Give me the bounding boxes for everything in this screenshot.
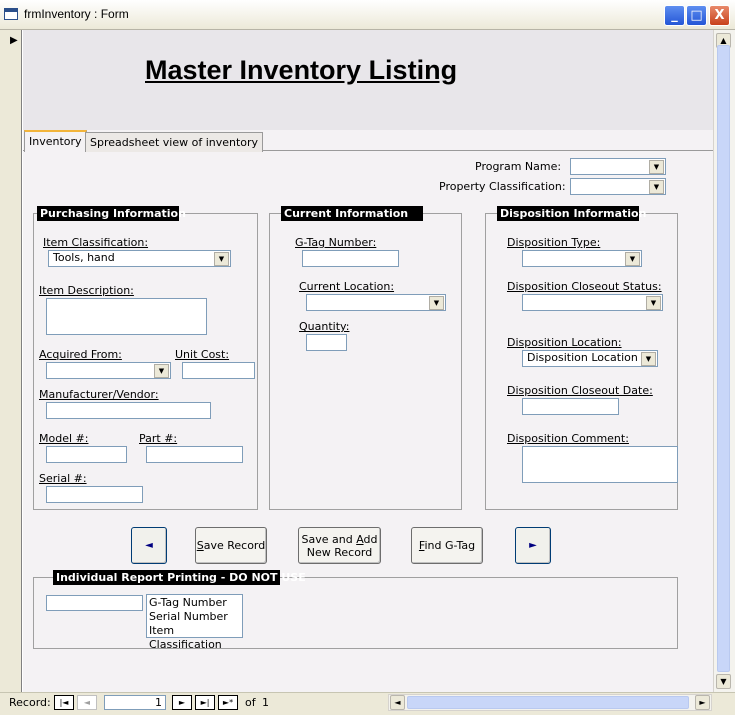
disposition-closeout-status-combo[interactable]: ▼ [522, 294, 663, 311]
scroll-down-icon[interactable]: ▼ [716, 674, 731, 689]
property-classification-label: Property Classification: [439, 180, 566, 193]
current-location-label: Current Location: [299, 280, 395, 293]
chevron-down-icon[interactable]: ▼ [649, 180, 664, 194]
disposition-comment-label: Disposition Comment: [507, 432, 629, 445]
arrow-right-icon: ► [529, 540, 537, 551]
save-add-label-line2: New Record [306, 545, 373, 559]
chevron-down-icon[interactable]: ▼ [429, 296, 444, 310]
disposition-comment-field[interactable] [522, 446, 678, 483]
current-location-combo[interactable]: ▼ [306, 294, 446, 311]
find-gtag-button[interactable]: Find G-Tag [411, 527, 483, 564]
report-options-list[interactable]: G-Tag Number Serial Number Item Classifi… [146, 594, 243, 651]
list-item[interactable]: Serial Number [149, 610, 240, 624]
report-group [33, 577, 678, 649]
form-icon [4, 8, 18, 20]
item-description-field[interactable] [46, 298, 207, 335]
minimize-button[interactable]: _ [664, 5, 685, 26]
manufacturer-label: Manufacturer/Vendor: [39, 388, 159, 401]
disposition-location-label: Disposition Location: [507, 336, 622, 349]
tab-spreadsheet-view[interactable]: Spreadsheet view of inventory [85, 132, 264, 152]
item-description-label: Item Description: [39, 284, 134, 297]
item-classification-combo[interactable]: Tools, hand ▼ [48, 250, 231, 267]
previous-record-button[interactable]: ◄ [131, 527, 167, 564]
disposition-type-combo[interactable]: ▼ [522, 250, 642, 267]
purchasing-group-title: Purchasing Information [37, 206, 186, 221]
tab-inventory[interactable]: Inventory [24, 130, 87, 152]
unit-cost-field[interactable] [182, 362, 255, 379]
model-field[interactable] [46, 446, 127, 463]
save-add-new-record-button[interactable]: Save and Add New Record [298, 527, 381, 564]
program-name-combo[interactable]: ▼ [570, 158, 666, 175]
serial-field[interactable] [46, 486, 143, 503]
save-record-label: ave Record [203, 539, 266, 552]
next-record-button[interactable]: ► [515, 527, 551, 564]
program-name-label: Program Name: [475, 160, 562, 173]
chevron-down-icon[interactable]: ▼ [641, 352, 656, 366]
scroll-thumb[interactable] [717, 45, 730, 672]
part-label: Part #: [139, 432, 178, 445]
gtag-number-label: G-Tag Number: [295, 236, 377, 249]
last-record-icon[interactable]: ►| [195, 695, 215, 710]
find-gtag-label: ind G-Tag [424, 539, 476, 552]
record-label: Record: [9, 696, 51, 709]
save-add-label-a: Save and [301, 532, 357, 546]
disposition-closeout-date-label: Disposition Closeout Date: [507, 384, 653, 397]
prev-record-icon[interactable]: ◄ [77, 695, 97, 710]
quantity-field[interactable] [306, 334, 347, 351]
window-title: frmInventory : Form [24, 7, 129, 21]
record-number-field[interactable]: 1 [104, 695, 166, 710]
save-add-label-b: dd [363, 532, 378, 546]
new-record-icon[interactable]: ►* [218, 695, 238, 710]
manufacturer-field[interactable] [46, 402, 211, 419]
current-record-arrow-icon: ▶ [10, 35, 18, 46]
page-title: Master Inventory Listing [145, 55, 458, 85]
chevron-down-icon[interactable]: ▼ [154, 364, 169, 378]
model-label: Model #: [39, 432, 89, 445]
gtag-number-field[interactable] [302, 250, 399, 267]
current-group-title: Current Information [281, 206, 423, 221]
maximize-button[interactable]: □ [686, 5, 707, 26]
scroll-left-icon[interactable]: ◄ [390, 695, 405, 710]
chevron-down-icon[interactable]: ▼ [646, 296, 661, 310]
disposition-closeout-date-field[interactable] [522, 398, 619, 415]
list-item[interactable]: Item Classification [149, 624, 240, 652]
disposition-group-title: Disposition Information [497, 206, 646, 221]
chevron-down-icon[interactable]: ▼ [649, 160, 664, 174]
save-record-button[interactable]: Save Record [195, 527, 267, 564]
save-add-accel: A [356, 532, 364, 546]
scroll-right-icon[interactable]: ► [695, 695, 710, 710]
serial-label: Serial #: [39, 472, 87, 485]
item-classification-label: Item Classification: [43, 236, 149, 249]
record-total: 1 [262, 696, 269, 709]
report-group-title: Individual Report Printing - DO NOT USE [53, 570, 306, 585]
arrow-left-icon: ◄ [145, 540, 153, 551]
acquired-from-combo[interactable]: ▼ [46, 362, 171, 379]
property-classification-combo[interactable]: ▼ [570, 178, 666, 195]
first-record-icon[interactable]: |◄ [54, 695, 74, 710]
disposition-closeout-status-label: Disposition Closeout Status: [507, 280, 662, 293]
disposition-type-label: Disposition Type: [507, 236, 601, 249]
part-field[interactable] [146, 446, 243, 463]
acquired-from-label: Acquired From: [39, 348, 122, 361]
record-selector[interactable] [0, 30, 22, 692]
unit-cost-label: Unit Cost: [175, 348, 230, 361]
h-scroll-thumb[interactable] [407, 696, 689, 709]
list-item[interactable]: G-Tag Number [149, 596, 240, 610]
chevron-down-icon[interactable]: ▼ [214, 252, 229, 266]
close-button[interactable]: X [709, 5, 730, 26]
save-record-accel: S [196, 539, 204, 552]
disposition-location-combo[interactable]: Disposition Location ▼ [522, 350, 658, 367]
record-of-label: of [245, 696, 256, 709]
chevron-down-icon[interactable]: ▼ [625, 252, 640, 266]
next-record-icon[interactable]: ► [172, 695, 192, 710]
quantity-label: Quantity: [299, 320, 350, 333]
report-value-field[interactable] [46, 595, 143, 611]
